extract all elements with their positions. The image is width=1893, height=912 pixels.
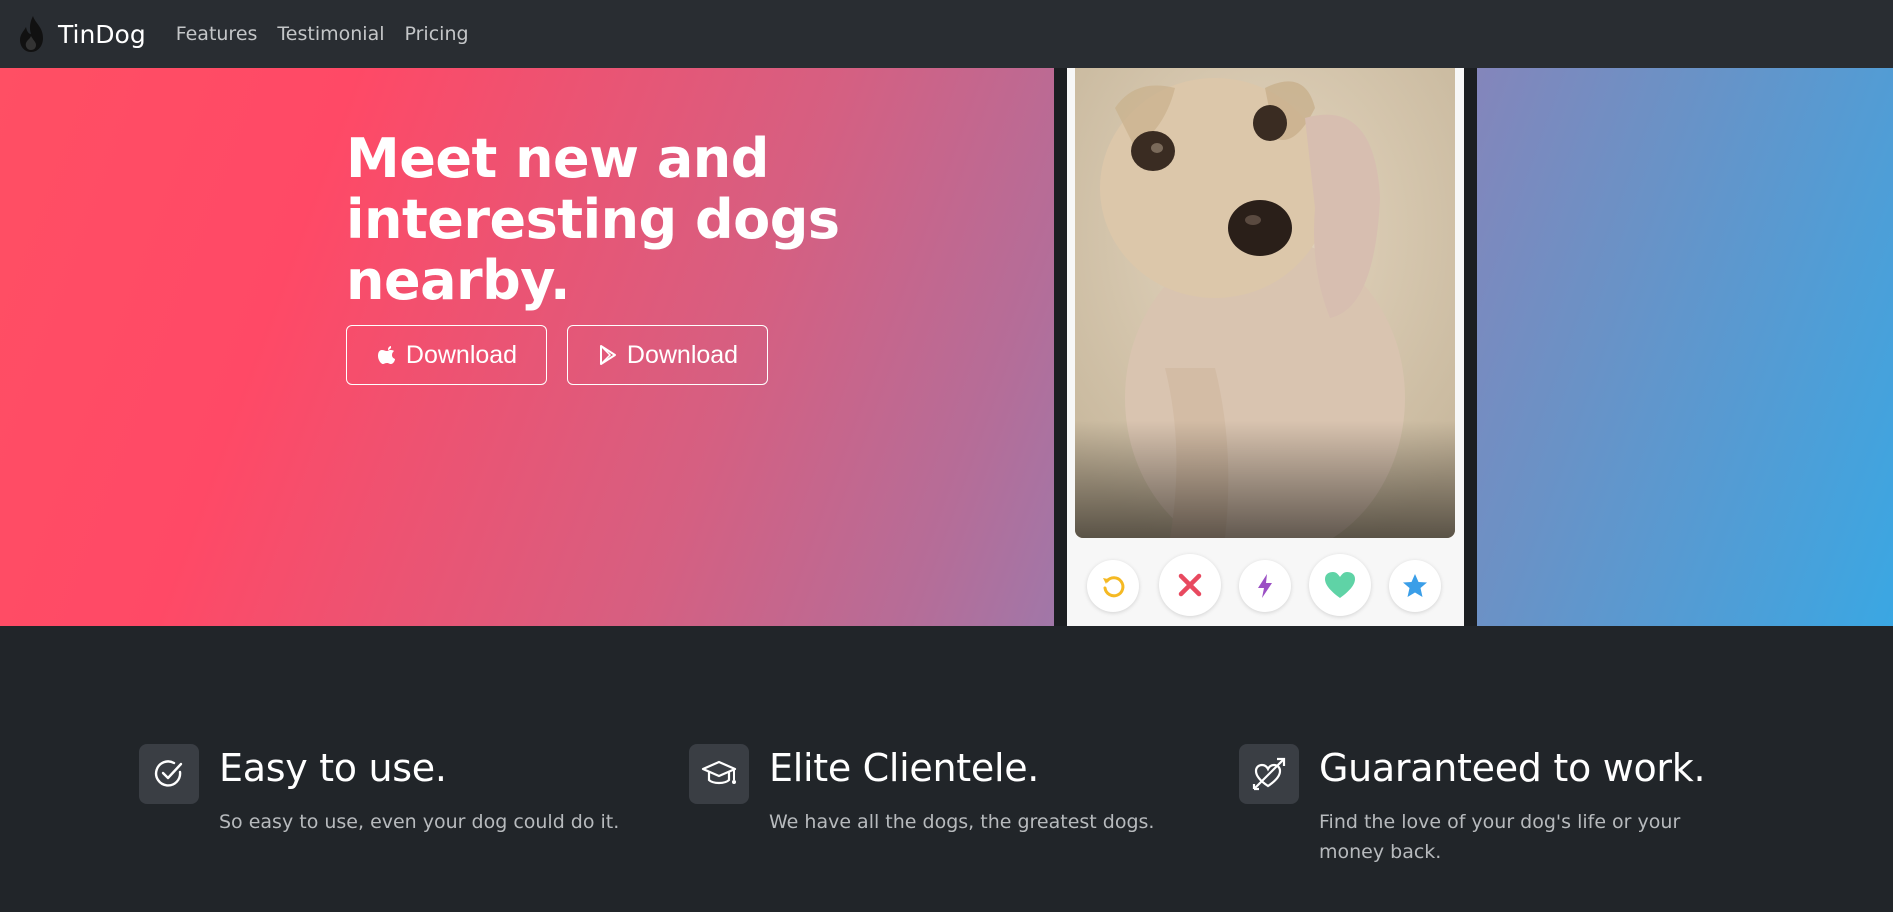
check-circle-icon	[154, 760, 183, 787]
google-play-icon	[599, 345, 616, 365]
phone-mockup	[1054, 68, 1477, 626]
brand-link[interactable]: TinDog	[16, 14, 146, 54]
phone-screen	[1067, 68, 1464, 626]
feature-title: Guaranteed to work.	[1319, 746, 1706, 790]
dog-photo	[1075, 68, 1455, 538]
flame-icon	[20, 16, 43, 52]
like-button[interactable]	[1309, 554, 1371, 616]
download-app-store-button[interactable]: Download	[346, 325, 547, 385]
star-icon	[1403, 574, 1427, 597]
download-app-store-label: Download	[405, 340, 518, 369]
apple-icon	[377, 346, 395, 364]
graduation-cap-icon	[701, 760, 737, 785]
download-google-play-button[interactable]: Download	[567, 325, 768, 385]
nav-link-testimonial[interactable]: Testimonial	[277, 23, 384, 45]
heart-arrow-icon	[1252, 757, 1286, 791]
lightning-icon	[1258, 574, 1272, 598]
hero-section: Meet new and interesting dogs nearby. Do…	[0, 68, 1893, 626]
rewind-icon	[1103, 576, 1125, 598]
close-icon	[1178, 573, 1202, 597]
feature-icon-box	[689, 744, 749, 804]
feature-title: Easy to use.	[219, 746, 447, 790]
feature-icon-box	[1239, 744, 1299, 804]
feature-text: Find the love of your dog's life or your…	[1319, 811, 1681, 863]
heart-icon	[1325, 572, 1355, 598]
download-google-play-label: Download	[626, 340, 739, 369]
brand-name: TinDog	[58, 19, 146, 49]
dislike-button[interactable]	[1159, 554, 1221, 616]
feature-text: So easy to use, even your dog could do i…	[219, 811, 620, 833]
feature-icon-box	[139, 744, 199, 804]
features-section: Easy to use. So easy to use, even your d…	[0, 626, 1893, 912]
feature-title: Elite Clientele.	[769, 746, 1040, 790]
super-like-button[interactable]	[1389, 560, 1441, 612]
hero-title: Meet new and interesting dogs nearby.	[346, 127, 840, 312]
nav-link-pricing[interactable]: Pricing	[405, 23, 469, 45]
feature-text: We have all the dogs, the greatest dogs.	[769, 811, 1155, 833]
navbar: TinDog Features Testimonial Pricing	[0, 0, 1893, 68]
super-boost-button[interactable]	[1239, 560, 1291, 612]
nav-link-features[interactable]: Features	[176, 23, 258, 45]
nav-links: Features Testimonial Pricing	[176, 23, 489, 45]
rewind-button[interactable]	[1087, 560, 1139, 612]
swipe-actions	[1067, 552, 1464, 618]
dog-illustration	[1075, 68, 1455, 538]
